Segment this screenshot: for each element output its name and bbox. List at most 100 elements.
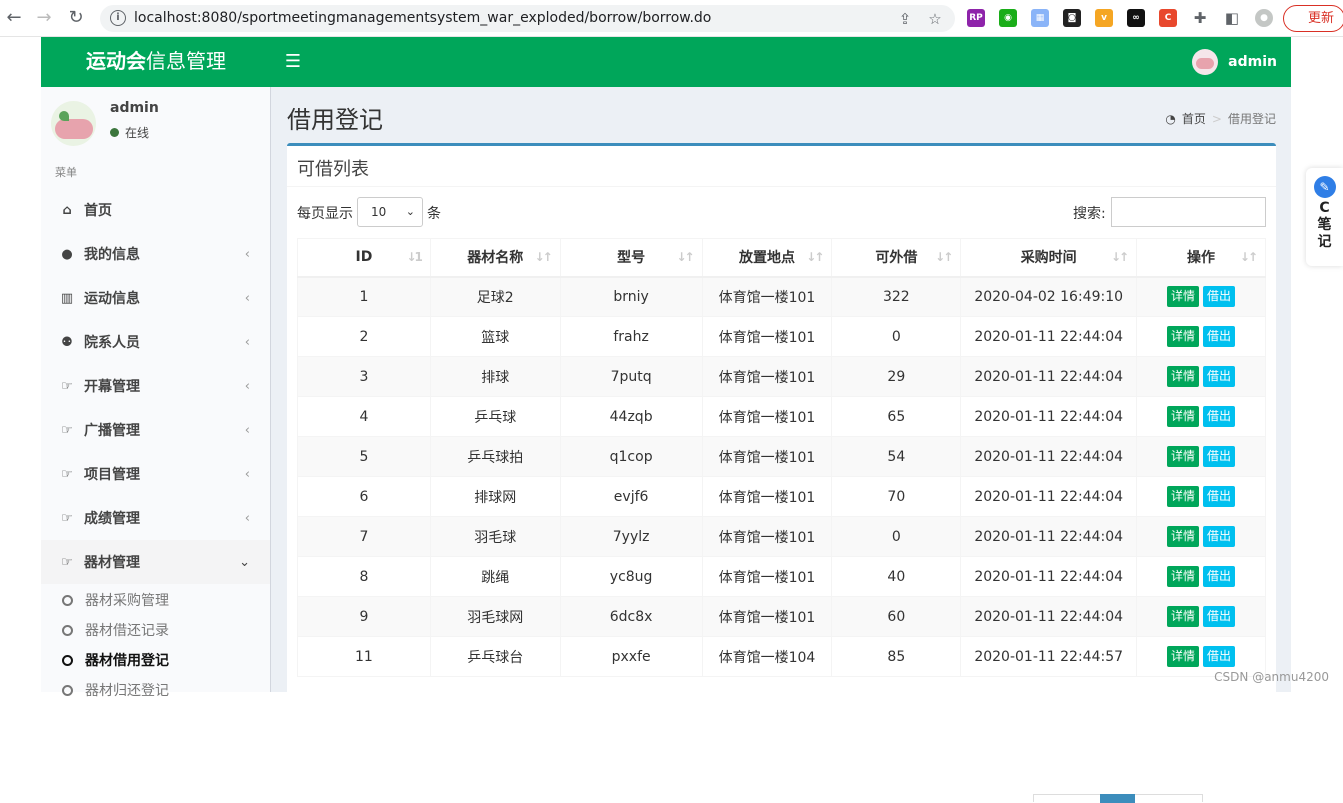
detail-button[interactable]: 详情 bbox=[1167, 406, 1199, 427]
sidebar-subitem-borrow[interactable]: 器材借用登记 bbox=[41, 645, 270, 675]
share-icon[interactable]: ⇪ bbox=[895, 9, 915, 29]
borrow-button[interactable]: 借出 bbox=[1203, 406, 1235, 427]
sort-icon: ↓↑ bbox=[535, 250, 551, 264]
user-icon: ● bbox=[58, 247, 76, 262]
table-row: 1足球2brniy体育馆一楼1013222020-04-02 16:49:10详… bbox=[298, 277, 1266, 317]
note-widget[interactable]: ✎ C 笔 记 bbox=[1306, 168, 1343, 266]
avatar bbox=[51, 101, 96, 146]
user-menu[interactable]: admin bbox=[1192, 49, 1277, 75]
detail-button[interactable]: 详情 bbox=[1167, 566, 1199, 587]
hand-point-icon: ☞ bbox=[58, 555, 76, 570]
column-header-location[interactable]: 放置地点↓↑ bbox=[702, 239, 832, 277]
bookmark-star-icon[interactable]: ☆ bbox=[925, 9, 945, 29]
sidebar-item-equipment[interactable]: ☞ 器材管理 ⌄ bbox=[41, 540, 270, 584]
cell-actions: 详情借出 bbox=[1137, 517, 1266, 557]
extensions-puzzle-icon[interactable]: ✚ bbox=[1191, 9, 1209, 27]
chevron-left-icon: ‹ bbox=[245, 291, 250, 306]
detail-button[interactable]: 详情 bbox=[1167, 366, 1199, 387]
status-dot-icon bbox=[110, 128, 119, 137]
logo[interactable]: 运动会信息管理 bbox=[41, 37, 271, 87]
extension-rp-icon[interactable]: RP bbox=[967, 9, 985, 27]
cell-purchase-time: 2020-01-11 22:44:04 bbox=[961, 357, 1137, 397]
extension-vip-icon[interactable]: v bbox=[1095, 9, 1113, 27]
pagination bbox=[1033, 794, 1203, 802]
detail-button[interactable]: 详情 bbox=[1167, 446, 1199, 467]
back-icon[interactable]: ← bbox=[4, 8, 24, 28]
cell-actions: 详情借出 bbox=[1137, 277, 1266, 317]
extension-mask-icon[interactable]: ◙ bbox=[1063, 9, 1081, 27]
extension-infinity-icon[interactable]: ∞ bbox=[1127, 9, 1145, 27]
extension-c-icon[interactable]: C bbox=[1159, 9, 1177, 27]
sidebar-item-my-info[interactable]: ● 我的信息 ‹ bbox=[41, 232, 270, 276]
breadcrumb-home[interactable]: 首页 bbox=[1182, 110, 1206, 127]
cell-available: 40 bbox=[832, 557, 961, 597]
cell-model: 7yylz bbox=[560, 517, 702, 557]
chevron-left-icon: ‹ bbox=[245, 379, 250, 394]
sort-icon: ↓↑ bbox=[676, 250, 692, 264]
sidebar-item-opening[interactable]: ☞ 开幕管理 ‹ bbox=[41, 364, 270, 408]
page-length-select[interactable]: 10 ⌄ bbox=[357, 197, 423, 227]
forward-icon[interactable]: → bbox=[34, 8, 54, 28]
address-bar[interactable]: i localhost:8080/sportmeetingmanagements… bbox=[100, 5, 955, 32]
column-header-id[interactable]: ID↓1 bbox=[298, 239, 431, 277]
sidebar-item-scores[interactable]: ☞ 成绩管理 ‹ bbox=[41, 496, 270, 540]
cell-model: evjf6 bbox=[560, 477, 702, 517]
column-header-model[interactable]: 型号↓↑ bbox=[560, 239, 702, 277]
cell-actions: 详情借出 bbox=[1137, 437, 1266, 477]
box-title: 可借列表 bbox=[297, 155, 369, 181]
cell-available: 70 bbox=[832, 477, 961, 517]
table-row: 7羽毛球7yylz体育馆一楼10102020-01-11 22:44:04详情借… bbox=[298, 517, 1266, 557]
cell-name: 足球2 bbox=[430, 277, 560, 317]
pagination-active-page[interactable] bbox=[1100, 794, 1135, 803]
column-header-name[interactable]: 器材名称↓↑ bbox=[430, 239, 560, 277]
breadcrumb-current: 借用登记 bbox=[1228, 110, 1276, 127]
app-window: 运动会信息管理 ☰ admin admin 在线 菜单 ⌂ 首页 ● 我的信息 … bbox=[41, 37, 1291, 692]
cell-name: 乒乓球拍 bbox=[430, 437, 560, 477]
borrow-button[interactable]: 借出 bbox=[1203, 286, 1235, 307]
detail-button[interactable]: 详情 bbox=[1167, 486, 1199, 507]
sidebar-item-sports-info[interactable]: ▥ 运动信息 ‹ bbox=[41, 276, 270, 320]
cell-available: 0 bbox=[832, 317, 961, 357]
cell-model: q1cop bbox=[560, 437, 702, 477]
sidebar-subitem-return[interactable]: 器材归还登记 bbox=[41, 675, 270, 705]
column-header-available[interactable]: 可外借↓↑ bbox=[832, 239, 961, 277]
detail-button[interactable]: 详情 bbox=[1167, 286, 1199, 307]
borrow-button[interactable]: 借出 bbox=[1203, 486, 1235, 507]
circle-icon bbox=[62, 625, 73, 636]
sidebar-item-broadcast[interactable]: ☞ 广播管理 ‹ bbox=[41, 408, 270, 452]
breadcrumb-separator: > bbox=[1212, 112, 1222, 126]
borrow-button[interactable]: 借出 bbox=[1203, 326, 1235, 347]
detail-button[interactable]: 详情 bbox=[1167, 526, 1199, 547]
borrow-button[interactable]: 借出 bbox=[1203, 446, 1235, 467]
side-panel-icon[interactable]: ◧ bbox=[1223, 9, 1241, 27]
page-title: 借用登记 bbox=[287, 100, 383, 135]
search-input[interactable] bbox=[1111, 197, 1266, 227]
extension-image-icon[interactable]: ▦ bbox=[1031, 9, 1049, 27]
detail-button[interactable]: 详情 bbox=[1167, 646, 1199, 667]
borrow-button[interactable]: 借出 bbox=[1203, 366, 1235, 387]
update-button[interactable]: 更新 bbox=[1283, 5, 1343, 32]
sidebar-item-projects[interactable]: ☞ 项目管理 ‹ bbox=[41, 452, 270, 496]
cell-location: 体育馆一楼101 bbox=[702, 597, 832, 637]
borrow-button[interactable]: 借出 bbox=[1203, 526, 1235, 547]
chevron-left-icon: ‹ bbox=[245, 511, 250, 526]
sidebar-subitem-purchase[interactable]: 器材采购管理 bbox=[41, 585, 270, 615]
borrow-button[interactable]: 借出 bbox=[1203, 646, 1235, 667]
extension-chat-icon[interactable]: ◉ bbox=[999, 9, 1017, 27]
borrow-button[interactable]: 借出 bbox=[1203, 606, 1235, 627]
site-info-icon[interactable]: i bbox=[110, 10, 126, 26]
reload-icon[interactable]: ↻ bbox=[66, 8, 86, 28]
cell-model: pxxfe bbox=[560, 637, 702, 677]
detail-button[interactable]: 详情 bbox=[1167, 326, 1199, 347]
column-header-purchase-time[interactable]: 采购时间↓↑ bbox=[961, 239, 1137, 277]
sidebar-item-department-staff[interactable]: ⚉ 院系人员 ‹ bbox=[41, 320, 270, 364]
sidebar-toggle-icon[interactable]: ☰ bbox=[281, 50, 305, 74]
profile-avatar-icon[interactable]: ● bbox=[1255, 9, 1273, 27]
sidebar-item-home[interactable]: ⌂ 首页 bbox=[41, 188, 270, 232]
cell-name: 排球网 bbox=[430, 477, 560, 517]
detail-button[interactable]: 详情 bbox=[1167, 606, 1199, 627]
borrow-button[interactable]: 借出 bbox=[1203, 566, 1235, 587]
column-header-actions[interactable]: 操作↓↑ bbox=[1137, 239, 1266, 277]
sort-icon: ↓↑ bbox=[806, 250, 822, 264]
sidebar-subitem-records[interactable]: 器材借还记录 bbox=[41, 615, 270, 645]
